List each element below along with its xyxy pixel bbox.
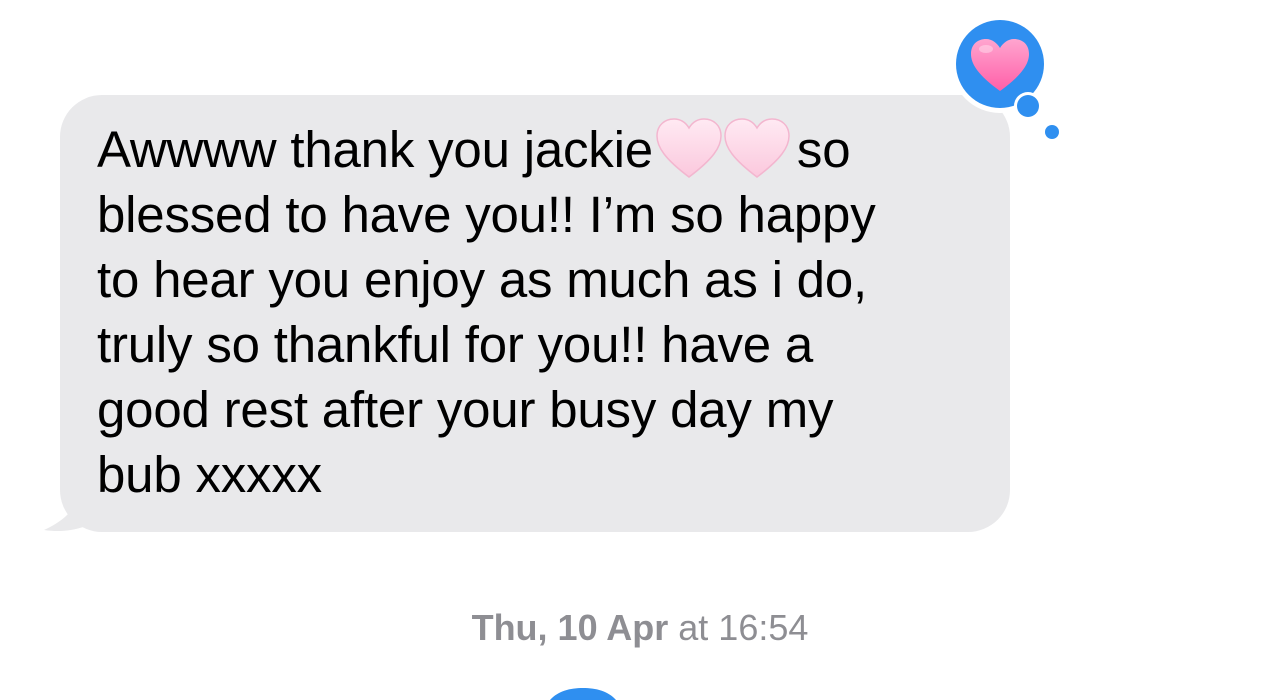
timestamp-time: at 16:54 <box>678 607 809 648</box>
incoming-message-bubble[interactable]: Awwww thank you jackie so blessed to hav… <box>60 95 1010 532</box>
message-timestamp: Thu, 10 Apr at 16:54 <box>0 606 1280 650</box>
message-line: truly so thankful for you!! have a <box>97 316 814 373</box>
message-text: Awwww thank you jackie so blessed to hav… <box>97 117 960 507</box>
pink-hearts-emoji-icon <box>656 118 790 178</box>
message-line-text: so <box>796 121 851 178</box>
tapback-reaction-badge[interactable] <box>948 12 1068 147</box>
conversation-view: Awwww thank you jackie so blessed to hav… <box>0 0 1280 700</box>
next-message-edge <box>550 688 616 700</box>
message-line: blessed to have you!! I’m so happy <box>97 186 876 243</box>
message-line: to hear you enjoy as much as i do, <box>97 251 867 308</box>
message-line: Awwww thank you jackie so <box>97 117 960 182</box>
message-line: bub xxxxx <box>97 446 322 503</box>
message-line: good rest after your busy day my <box>97 381 834 438</box>
timestamp-date: Thu, 10 Apr <box>471 607 669 648</box>
message-line-text: Awwww thank you jackie <box>97 121 653 178</box>
